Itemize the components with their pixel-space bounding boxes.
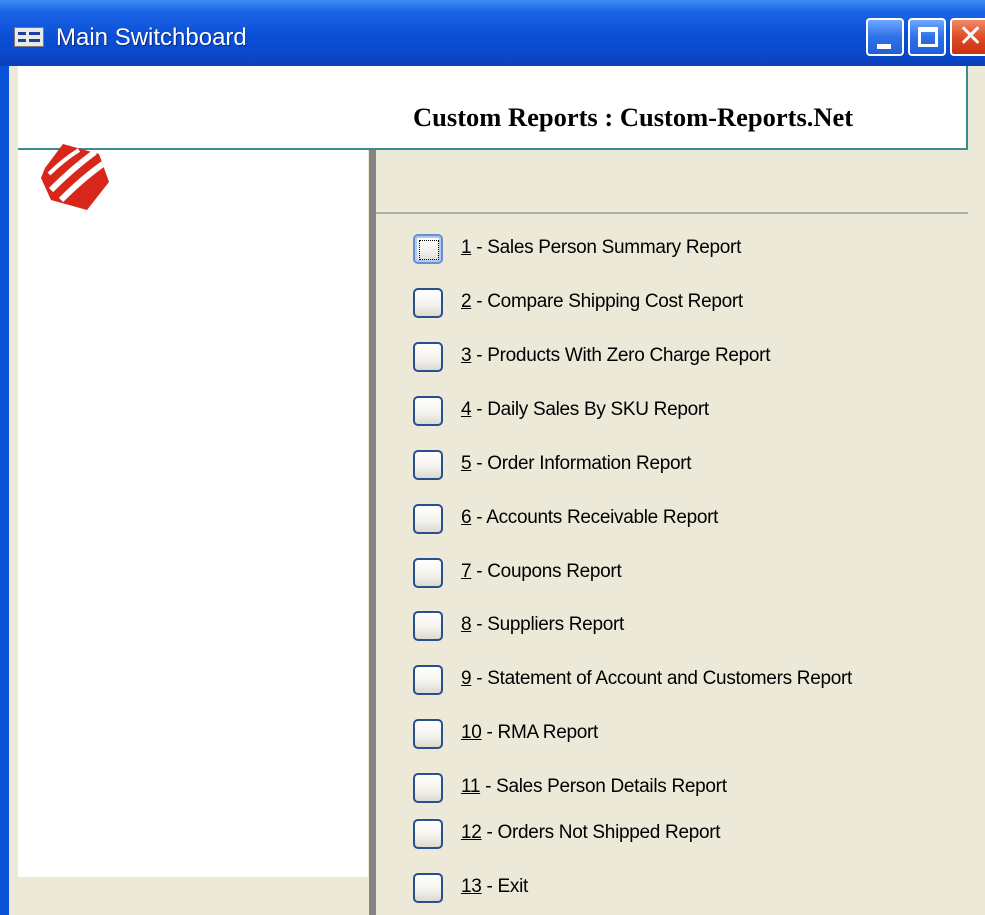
company-logo-icon <box>41 144 109 210</box>
menu-hotkey-12: 12 <box>461 822 482 843</box>
menu-label-6[interactable]: 6 - Accounts Receivable Report <box>461 506 718 530</box>
menu-button-2[interactable] <box>413 288 443 318</box>
menu-hotkey-6: 6 <box>461 507 472 528</box>
switchboard-form: Custom Reports : Custom-Reports.Net 1 - … <box>9 66 985 915</box>
minimize-button[interactable] <box>866 18 904 56</box>
menu-hotkey-11: 11 <box>461 776 481 797</box>
menu-text-3: - Products With Zero Charge Report <box>471 345 771 366</box>
menu-label-1[interactable]: 1 - Sales Person Summary Report <box>461 236 741 260</box>
close-button[interactable]: ✕ <box>950 18 985 56</box>
menu-label-7[interactable]: 7 - Coupons Report <box>461 560 622 584</box>
menu-button-4[interactable] <box>413 396 443 426</box>
window-title: Main Switchboard <box>56 24 247 51</box>
left-band <box>18 150 368 877</box>
menu-label-10[interactable]: 10 - RMA Report <box>461 721 598 745</box>
menu-button-5[interactable] <box>413 450 443 480</box>
menu-text-9: - Statement of Account and Customers Rep… <box>471 668 852 689</box>
menu-text-13: - Exit <box>481 876 529 897</box>
menu-text-11: - Sales Person Details Report <box>480 776 727 797</box>
menu-hotkey-3: 3 <box>461 345 472 366</box>
menu-button-8[interactable] <box>413 611 443 641</box>
form-left-border <box>9 66 18 915</box>
menu-label-9[interactable]: 9 - Statement of Account and Customers R… <box>461 667 852 691</box>
menu-button-12[interactable] <box>413 819 443 849</box>
menu-label-4[interactable]: 4 - Daily Sales By SKU Report <box>461 398 709 422</box>
menu-hotkey-1: 1 <box>461 237 472 258</box>
menu-button-1[interactable] <box>413 234 443 264</box>
menu-label-8[interactable]: 8 - Suppliers Report <box>461 613 624 637</box>
close-icon: ✕ <box>958 19 984 54</box>
title-bar[interactable]: Main Switchboard ✕ <box>0 0 985 66</box>
menu-text-10: - RMA Report <box>481 722 599 743</box>
menu-label-2[interactable]: 2 - Compare Shipping Cost Report <box>461 290 743 314</box>
menu-button-6[interactable] <box>413 504 443 534</box>
menu-text-6: - Accounts Receivable Report <box>471 507 719 528</box>
menu-text-1: - Sales Person Summary Report <box>471 237 742 258</box>
main-switchboard-window: Main Switchboard ✕ Custom Reports : Cust… <box>0 0 985 915</box>
panel-divider <box>369 150 376 915</box>
menu-button-9[interactable] <box>413 665 443 695</box>
menu-hotkey-13: 13 <box>461 876 482 897</box>
maximize-icon <box>918 27 938 47</box>
menu-text-5: - Order Information Report <box>471 453 692 474</box>
menu-label-5[interactable]: 5 - Order Information Report <box>461 452 692 476</box>
menu-button-3[interactable] <box>413 342 443 372</box>
menu-text-2: - Compare Shipping Cost Report <box>471 291 743 312</box>
menu-text-4: - Daily Sales By SKU Report <box>471 399 709 420</box>
menu-label-12[interactable]: 12 - Orders Not Shipped Report <box>461 821 721 845</box>
menu-hotkey-9: 9 <box>461 668 472 689</box>
menu-label-11[interactable]: 11 - Sales Person Details Report <box>461 775 727 799</box>
menu-button-10[interactable] <box>413 719 443 749</box>
form-icon[interactable] <box>14 27 44 47</box>
menu-hotkey-7: 7 <box>461 561 472 582</box>
menu-text-12: - Orders Not Shipped Report <box>481 822 721 843</box>
minimize-icon <box>877 44 891 49</box>
menu-button-7[interactable] <box>413 558 443 588</box>
menu-hotkey-10: 10 <box>461 722 482 743</box>
menu-button-11[interactable] <box>413 773 443 803</box>
menu-hotkey-8: 8 <box>461 614 472 635</box>
menu-label-13[interactable]: 13 - Exit <box>461 875 528 899</box>
menu-text-8: - Suppliers Report <box>471 614 624 635</box>
menu-label-3[interactable]: 3 - Products With Zero Charge Report <box>461 344 770 368</box>
maximize-button[interactable] <box>908 18 946 56</box>
title-separator <box>376 212 968 214</box>
menu-hotkey-2: 2 <box>461 291 472 312</box>
menu-hotkey-5: 5 <box>461 453 472 474</box>
menu-button-13[interactable] <box>413 873 443 903</box>
switchboard-title: Custom Reports : Custom-Reports.Net <box>413 102 854 132</box>
menu-text-7: - Coupons Report <box>471 561 622 582</box>
menu-hotkey-4: 4 <box>461 399 472 420</box>
